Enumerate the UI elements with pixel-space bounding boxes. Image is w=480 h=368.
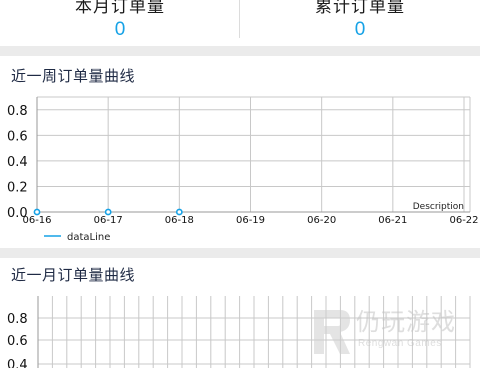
y-tick-label: 0.6 bbox=[7, 334, 28, 349]
watermark-title: 仍玩游戏 bbox=[356, 308, 456, 336]
watermark: 仍玩游戏 Rengwan Games bbox=[310, 306, 480, 362]
brand-logo-icon bbox=[314, 310, 350, 354]
y-tick-label: 0.8 bbox=[7, 312, 28, 327]
watermark-subtitle: Rengwan Games bbox=[358, 338, 442, 349]
y-tick-label: 0.4 bbox=[7, 358, 28, 368]
